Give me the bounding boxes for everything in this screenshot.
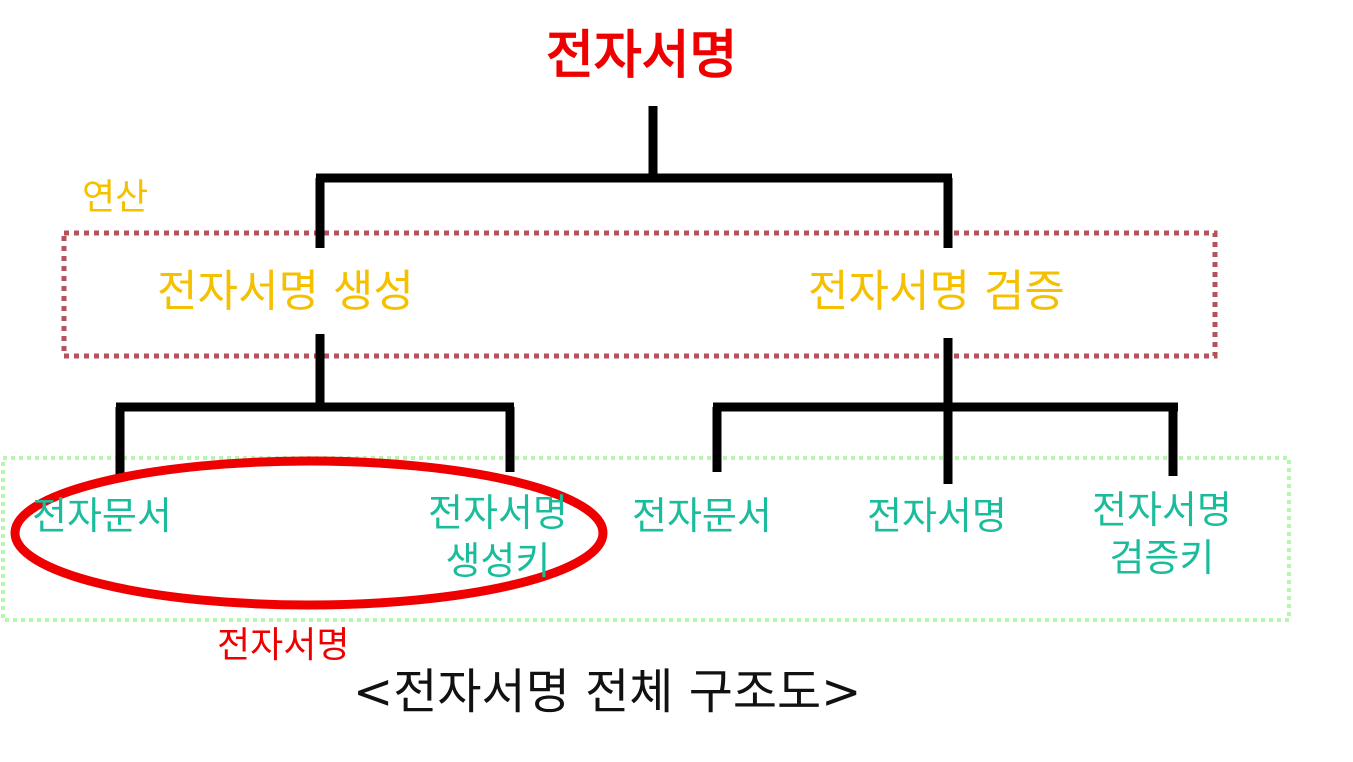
verify-input-document: 전자문서 xyxy=(632,494,772,538)
generate-operation-node: 전자서명 생성 xyxy=(157,266,414,317)
generate-input-key: 전자서명 생성키 xyxy=(428,490,568,585)
verify-key-line1: 전자서명 xyxy=(1092,488,1232,532)
highlight-label: 전자서명 xyxy=(217,625,350,666)
diagram-canvas xyxy=(1,106,1291,622)
verify-operation-node: 전자서명 검증 xyxy=(808,266,1065,317)
root-node-label: 전자서명 xyxy=(546,26,738,86)
generate-input-document: 전자문서 xyxy=(32,494,172,538)
operations-group-label: 연산 xyxy=(82,177,149,218)
generate-key-line1: 전자서명 xyxy=(428,491,568,535)
verify-key-line2: 검증키 xyxy=(1109,535,1215,580)
verify-input-signature: 전자서명 xyxy=(867,494,1007,538)
diagram-caption: <전자서명 전체 구조도> xyxy=(353,664,862,720)
digital-signature-structure-diagram: 전자서명 연산 전자서명 생성 전자서명 검증 전자문서 전자서명 생성키 전자… xyxy=(0,0,1353,762)
verify-input-key: 전자서명 검증키 xyxy=(1092,487,1232,582)
generate-key-line2: 생성키 xyxy=(445,538,551,583)
